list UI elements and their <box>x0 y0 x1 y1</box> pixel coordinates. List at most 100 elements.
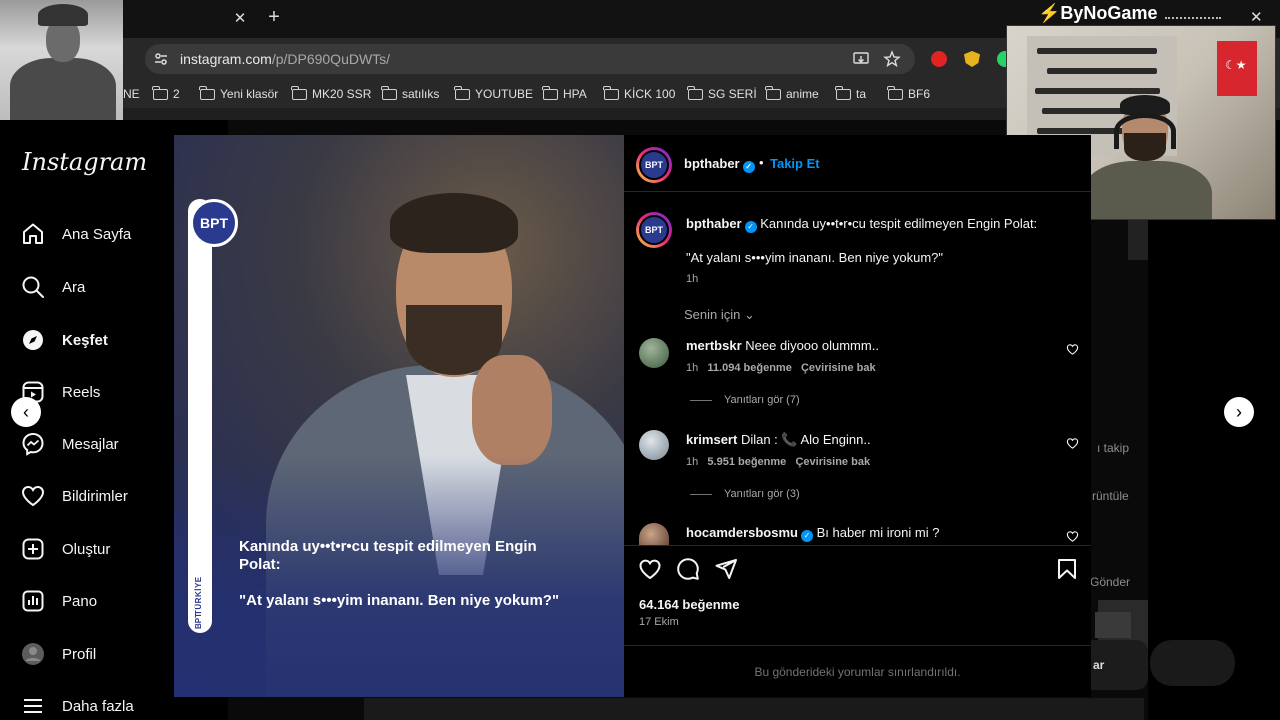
menu-icon <box>24 699 42 713</box>
create-icon <box>22 538 44 560</box>
follow-button[interactable]: Takip Et <box>770 156 820 171</box>
image-headline: Kanında uy••t•r•cu tespit edilmeyen Engi… <box>239 538 537 573</box>
nav-item-notifications[interactable]: Bildirimler <box>20 482 128 510</box>
tab-close-icon[interactable]: ✕ <box>232 9 248 29</box>
nav-label: Mesajlar <box>62 435 119 453</box>
nav-label: Reels <box>62 383 101 401</box>
comment-avatar[interactable] <box>639 338 669 368</box>
nav-item-more[interactable]: Daha fazla <box>20 692 134 720</box>
bookmark-label: BF6 <box>908 87 931 101</box>
bookmark-folder[interactable]: satılıks <box>381 85 439 102</box>
chevron-right-icon: › <box>1236 401 1242 422</box>
like-icon[interactable] <box>638 557 662 581</box>
bookmark-folder[interactable]: 2 <box>152 85 180 102</box>
bookmark-item[interactable]: NE <box>123 86 140 102</box>
bookmark-folder[interactable]: SG SERİ <box>687 85 757 102</box>
caption-avatar[interactable]: BPT <box>636 212 672 248</box>
url-text[interactable]: instagram.com/p/DP690QuDWTs/ <box>180 51 390 67</box>
author-username[interactable]: bpthaber ✓ <box>684 156 755 173</box>
comment-line: hocamdersbosmu ✓ Bı haber mi ironi mi ? <box>686 525 939 542</box>
streamer <box>1082 91 1212 219</box>
caption-avatar-logo: BPT <box>639 215 669 245</box>
nav-item-dashboard[interactable]: Pano <box>20 587 97 615</box>
actions-divider <box>624 545 1091 546</box>
bookmark-folder[interactable]: anime <box>765 85 819 102</box>
comment-like-icon[interactable] <box>1066 530 1079 543</box>
nav-item-explore[interactable]: Keşfet <box>20 326 108 354</box>
view-replies-button[interactable]: Yanıtları gör (3) <box>690 488 800 500</box>
comment-time[interactable]: 1h <box>686 362 698 374</box>
nav-item-messages[interactable]: Mesajlar <box>20 430 119 458</box>
comment-sort-dropdown[interactable]: Senin için ⌄ <box>684 307 755 323</box>
bookmark-folder[interactable]: BF6 <box>887 85 931 102</box>
bookmark-folder[interactable]: KİCK 100 <box>603 85 675 102</box>
nav-label: Oluştur <box>62 540 111 558</box>
comment-avatar[interactable] <box>639 430 669 460</box>
bookmark-label: 2 <box>173 87 180 101</box>
comment-avatar[interactable] <box>639 523 669 545</box>
nav-item-profile[interactable]: Profil <box>20 640 96 668</box>
background-row <box>364 698 1144 720</box>
screen: ı takip rüntüle Gönder ar ✕ + ✕ instagra… <box>0 0 1280 720</box>
nav-label: Daha fazla <box>62 697 134 715</box>
nav-item-home[interactable]: Ana Sayfa <box>20 220 131 248</box>
comment-username[interactable]: hocamdersbosmu <box>686 525 798 540</box>
bookmark-star-icon[interactable] <box>883 50 901 68</box>
comment-username[interactable]: mertbskr <box>686 338 742 353</box>
nav-label: Pano <box>62 592 98 610</box>
bookmark-folder[interactable]: MK20 SSR <box>291 85 372 102</box>
bookmark-label: MK20 SSR <box>312 87 372 101</box>
caption-username[interactable]: bpthaber <box>686 216 742 231</box>
like-count[interactable]: 64.164 beğenme <box>639 597 739 612</box>
comments-restricted-note: Bu gönderideki yorumlar sınırlandırıldı. <box>754 665 961 679</box>
new-tab-icon[interactable]: + <box>264 6 284 30</box>
comment-time[interactable]: 1h <box>686 456 698 468</box>
previous-post-button[interactable]: ‹ <box>11 397 41 427</box>
view-replies-button[interactable]: Yanıtları gör (7) <box>690 394 800 406</box>
bookmark-folder[interactable]: ta <box>835 85 866 102</box>
bookmark-folder[interactable]: YOUTUBE <box>454 85 533 102</box>
nav-item-create[interactable]: Oluştur <box>20 535 110 563</box>
post-details-panel: BPT bpthaber ✓ • Takip Et BPT bpthaber ✓ K… <box>624 135 1091 697</box>
rifle-shape <box>1047 68 1157 74</box>
folder-icon <box>291 85 307 100</box>
heart-icon <box>21 485 45 507</box>
replies-label: Yanıtları gör (7) <box>724 394 800 406</box>
caption-time[interactable]: 1h <box>686 273 698 285</box>
url-path: /p/DP690QuDWTs/ <box>271 51 391 67</box>
comment-like-icon[interactable] <box>1066 343 1079 356</box>
comment-translate[interactable]: Çevirisine bak <box>795 456 870 468</box>
comment-likes[interactable]: 5.951 beğenme <box>707 456 786 468</box>
portrait-overlay <box>0 0 123 120</box>
stream-brand: ⚡ByNoGame <box>1038 3 1157 24</box>
author-avatar-logo: BPT <box>639 150 669 180</box>
author-avatar[interactable]: BPT <box>636 147 672 183</box>
caption-text: Kanında uy••t•r•cu tespit edilmeyen Engi… <box>760 216 1038 231</box>
bookmark-folder[interactable]: HPA <box>542 85 587 102</box>
nav-item-search[interactable]: Ara <box>20 273 85 301</box>
next-post-button[interactable]: › <box>1224 397 1254 427</box>
post-date[interactable]: 17 Ekim <box>639 616 679 628</box>
comment-likes[interactable]: 11.094 beğenme <box>707 362 791 374</box>
explore-icon <box>23 330 43 350</box>
share-icon[interactable] <box>714 557 738 581</box>
site-info-icon[interactable] <box>152 50 170 68</box>
caption-line: bpthaber ✓ Kanında uy••t•r•cu tespit edil… <box>686 216 1037 233</box>
comment-like-icon[interactable] <box>1066 437 1079 450</box>
comment-translate[interactable]: Çevirisine bak <box>801 362 876 374</box>
nav-label: Ara <box>62 278 86 296</box>
dashboard-icon <box>22 590 44 612</box>
image-vertical-brand: BPT <box>194 613 203 629</box>
window-close-icon[interactable]: ✕ <box>1250 8 1263 26</box>
save-icon[interactable] <box>1055 557 1079 581</box>
install-app-icon[interactable] <box>852 50 870 68</box>
instagram-logo[interactable]: Instagram <box>22 148 147 176</box>
bookmark-folder[interactable]: Yeni klasör <box>199 85 278 102</box>
comment-icon[interactable] <box>676 557 700 581</box>
verified-icon: ✓ <box>800 530 813 542</box>
folder-icon <box>603 85 619 100</box>
comment-username[interactable]: krimsert <box>686 432 737 447</box>
post-image[interactable]: BPT TÜRKİYE BPT Kanında uy••t•r•cu tespi… <box>174 135 624 697</box>
extension-adblock-icon[interactable] <box>931 51 947 67</box>
image-quote: "At yalanı s•••yim inananı. Ben niye yok… <box>239 592 560 609</box>
